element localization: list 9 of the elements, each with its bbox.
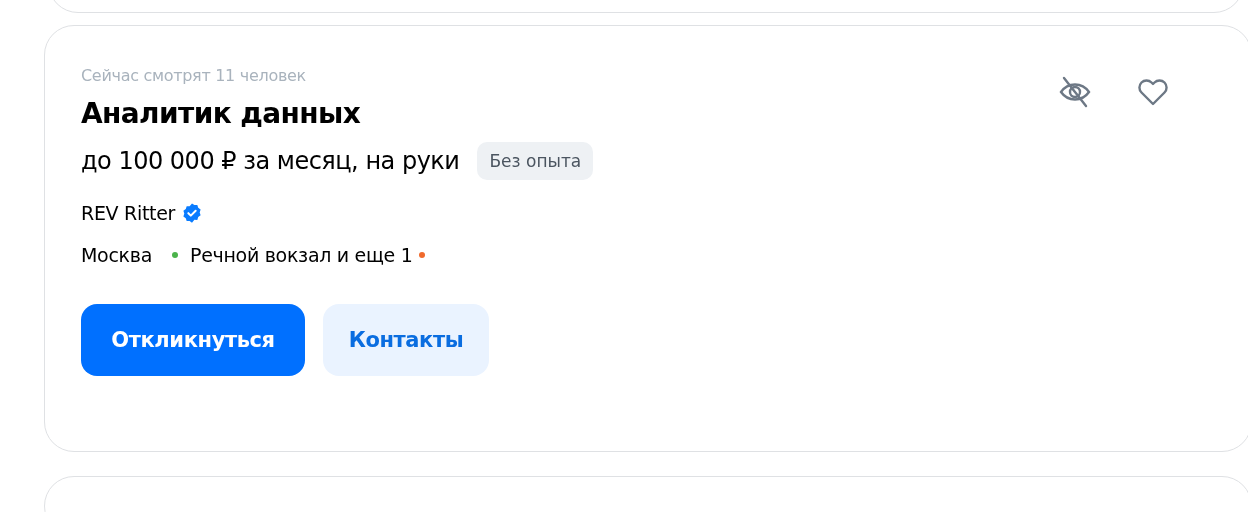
- salary-text: до 100 000 ₽ за месяц, на руки: [81, 147, 460, 175]
- respond-button[interactable]: Откликнуться: [81, 304, 305, 376]
- metro-station-text: Речной вокзал и еще 1: [190, 244, 413, 266]
- city-text: Москва: [81, 244, 152, 266]
- viewers-count: Сейчас смотрят 11 человек: [81, 66, 307, 85]
- company-name[interactable]: REV Ritter: [81, 202, 176, 224]
- experience-tag: Без опыта: [477, 142, 594, 180]
- vacancy-title[interactable]: Аналитик данных: [81, 97, 594, 130]
- contacts-button[interactable]: Контакты: [323, 304, 489, 376]
